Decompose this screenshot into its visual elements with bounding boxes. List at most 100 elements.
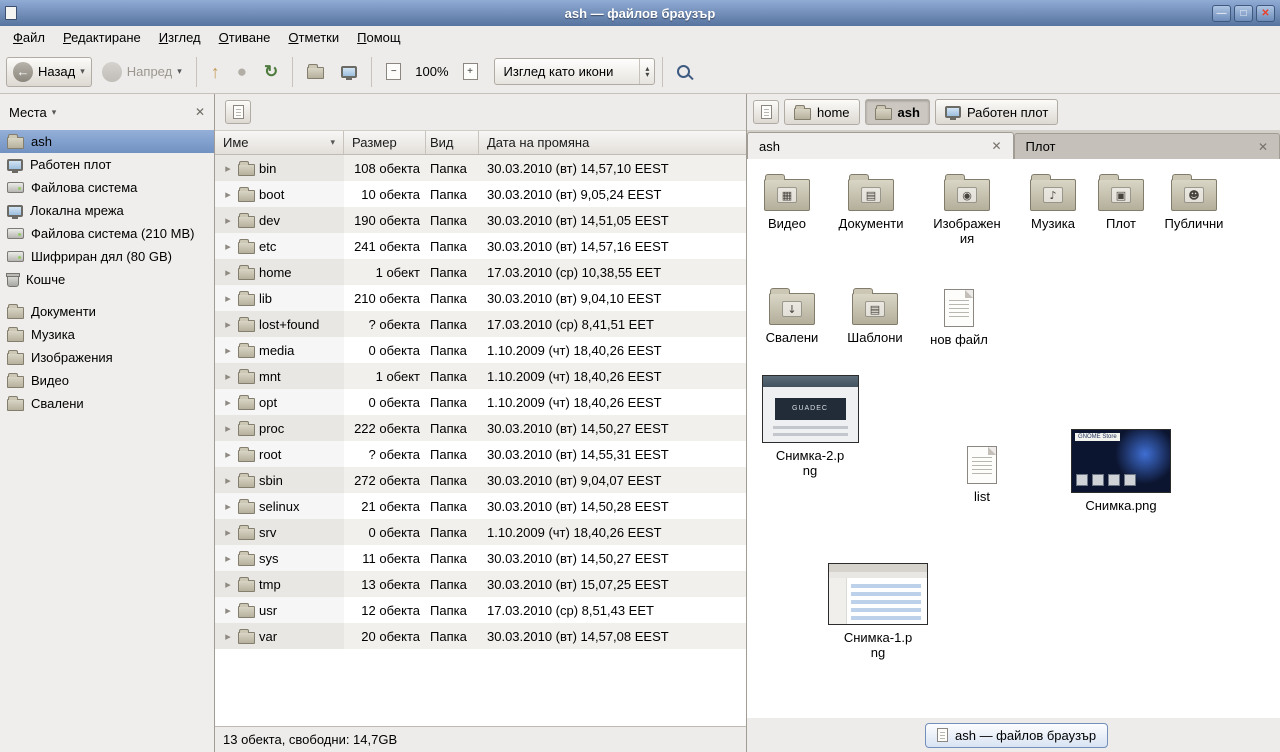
- sidebar-item-desktop[interactable]: Работен плот: [0, 153, 214, 176]
- table-row[interactable]: ▸mnt1 обектПапка1.10.2009 (чт) 18,40,26 …: [215, 363, 746, 389]
- menu-bookmarks[interactable]: Отметки: [279, 26, 348, 50]
- table-row[interactable]: ▸lib210 обектаПапка30.03.2010 (вт) 9,04,…: [215, 285, 746, 311]
- sidebar-item-downloads[interactable]: Свалени: [0, 392, 214, 415]
- stop-button[interactable]: ●: [230, 58, 254, 86]
- close-button[interactable]: ✕: [1256, 5, 1275, 22]
- table-row[interactable]: ▸home1 обектПапка17.03.2010 (ср) 10,38,5…: [215, 259, 746, 285]
- table-row[interactable]: ▸sbin272 обектаПапка30.03.2010 (вт) 9,04…: [215, 467, 746, 493]
- sidebar-item-network[interactable]: Локална мрежа: [0, 199, 214, 222]
- menu-view[interactable]: Изглед: [150, 26, 210, 50]
- close-tab-icon[interactable]: ✕: [1258, 140, 1268, 154]
- minimize-button[interactable]: —: [1212, 5, 1231, 22]
- root-location-button[interactable]: [225, 100, 251, 124]
- sidebar-item-filesystem-210mb[interactable]: Файлова система (210 MB): [0, 222, 214, 245]
- file-item-new-file[interactable]: нов файл: [919, 285, 999, 347]
- forward-button[interactable]: → Напред ▾: [95, 57, 189, 87]
- breadcrumb-ash[interactable]: ash: [865, 99, 930, 125]
- table-row[interactable]: ▸root? обектаПапка30.03.2010 (вт) 14,55,…: [215, 441, 746, 467]
- expander-icon[interactable]: ▸: [222, 552, 234, 565]
- folder-item-templates[interactable]: ▤ Шаблони: [835, 285, 915, 345]
- folder-item-desktop[interactable]: ▣ Плот: [1081, 171, 1161, 231]
- folder-item-public[interactable]: ☻ Публични: [1154, 171, 1234, 231]
- table-row[interactable]: ▸sys11 обектаПапка30.03.2010 (вт) 14,50,…: [215, 545, 746, 571]
- expander-icon[interactable]: ▸: [222, 162, 234, 175]
- column-header-type[interactable]: Вид: [426, 131, 479, 154]
- table-row[interactable]: ▸opt0 обектаПапка1.10.2009 (чт) 18,40,26…: [215, 389, 746, 415]
- table-row[interactable]: ▸var20 обектаПапка30.03.2010 (вт) 14,57,…: [215, 623, 746, 649]
- expander-icon[interactable]: ▸: [222, 422, 234, 435]
- sidebar-item-ash[interactable]: ash: [0, 130, 214, 153]
- maximize-button[interactable]: □: [1234, 5, 1253, 22]
- menu-help[interactable]: Помощ: [348, 26, 409, 50]
- sidebar-item-images[interactable]: Изображения: [0, 346, 214, 369]
- expander-icon[interactable]: ▸: [222, 500, 234, 513]
- table-row[interactable]: ▸proc222 обектаПапка30.03.2010 (вт) 14,5…: [215, 415, 746, 441]
- column-header-size[interactable]: Размер: [344, 131, 426, 154]
- file-item-snimka-1[interactable]: Снимка-1.png: [828, 563, 928, 660]
- tab-plot[interactable]: Плот✕: [1014, 133, 1280, 159]
- back-history-dropdown-icon[interactable]: ▾: [80, 66, 85, 77]
- table-row[interactable]: ▸lost+found? обектаПапка17.03.2010 (ср) …: [215, 311, 746, 337]
- menu-go[interactable]: Отиване: [210, 26, 280, 50]
- folder-item-images[interactable]: ◉ Изображения: [931, 171, 1003, 246]
- reload-button[interactable]: ↻: [257, 58, 285, 86]
- table-row[interactable]: ▸bin108 обектаПапка30.03.2010 (вт) 14,57…: [215, 155, 746, 181]
- folder-item-documents[interactable]: ▤ Документи: [829, 171, 913, 231]
- expander-icon[interactable]: ▸: [222, 578, 234, 591]
- expander-icon[interactable]: ▸: [222, 630, 234, 643]
- breadcrumb-home[interactable]: home: [784, 99, 860, 125]
- table-row[interactable]: ▸media0 обектаПапка1.10.2009 (чт) 18,40,…: [215, 337, 746, 363]
- file-item-list[interactable]: list: [942, 442, 1022, 504]
- expander-icon[interactable]: ▸: [222, 266, 234, 279]
- expander-icon[interactable]: ▸: [222, 214, 234, 227]
- search-button[interactable]: [670, 60, 697, 83]
- sidebar-item-encrypted-80gb[interactable]: Шифриран дял (80 GB): [0, 245, 214, 268]
- table-row[interactable]: ▸etc241 обектаПапка30.03.2010 (вт) 14,57…: [215, 233, 746, 259]
- sidebar-dropdown-icon[interactable]: ▾: [52, 107, 57, 118]
- expander-icon[interactable]: ▸: [222, 188, 234, 201]
- sidebar-close-icon[interactable]: ✕: [195, 105, 205, 119]
- sidebar-item-video[interactable]: Видео: [0, 369, 214, 392]
- titlebar[interactable]: ash — файлов браузър — □ ✕: [0, 0, 1280, 26]
- sidebar-item-documents[interactable]: Документи: [0, 300, 214, 323]
- sidebar-item-trash[interactable]: Кошче: [0, 268, 214, 291]
- expander-icon[interactable]: ▸: [222, 474, 234, 487]
- sidebar-item-music[interactable]: Музика: [0, 323, 214, 346]
- table-row[interactable]: ▸selinux21 обектаПапка30.03.2010 (вт) 14…: [215, 493, 746, 519]
- taskbar-window-button[interactable]: ash — файлов браузър: [925, 723, 1108, 748]
- view-mode-select[interactable]: Изглед като икони ▴▾: [494, 58, 656, 85]
- column-header-name[interactable]: Име▾: [215, 131, 344, 154]
- sidebar-item-filesystem[interactable]: Файлова система: [0, 176, 214, 199]
- expander-icon[interactable]: ▸: [222, 604, 234, 617]
- sidebar-title[interactable]: Места: [9, 105, 47, 120]
- menu-edit[interactable]: Редактиране: [54, 26, 150, 50]
- close-tab-icon[interactable]: ✕: [991, 139, 1001, 153]
- expander-icon[interactable]: ▸: [222, 344, 234, 357]
- file-item-snimka-2[interactable]: GUADEC Снимка-2.png: [760, 375, 860, 478]
- tab-ash[interactable]: ash✕: [747, 132, 1014, 159]
- file-item-snimka[interactable]: GNOME Store Снимка.png: [1071, 429, 1171, 513]
- up-button[interactable]: ↑: [204, 58, 227, 86]
- expander-icon[interactable]: ▸: [222, 370, 234, 383]
- menu-file[interactable]: Файл: [4, 26, 54, 50]
- icon-view[interactable]: ▦ Видео ▤ Документи ◉ Изображения ♪ Музи…: [747, 159, 1280, 718]
- breadcrumb-desktop[interactable]: Работен плот: [935, 99, 1058, 125]
- expander-icon[interactable]: ▸: [222, 526, 234, 539]
- table-row[interactable]: ▸usr12 обектаПапка17.03.2010 (ср) 8,51,4…: [215, 597, 746, 623]
- column-header-date[interactable]: Дата на промяна: [479, 131, 746, 154]
- zoom-in-button[interactable]: +: [456, 58, 485, 85]
- folder-item-downloads[interactable]: ↓ Свалени: [752, 285, 832, 345]
- expander-icon[interactable]: ▸: [222, 318, 234, 331]
- home-button[interactable]: [300, 59, 331, 84]
- zoom-out-button[interactable]: −: [379, 58, 408, 85]
- back-button[interactable]: ← Назад ▾: [6, 57, 92, 87]
- table-row[interactable]: ▸srv0 обектаПапка1.10.2009 (чт) 18,40,26…: [215, 519, 746, 545]
- table-row[interactable]: ▸boot10 обектаПапка30.03.2010 (вт) 9,05,…: [215, 181, 746, 207]
- table-row[interactable]: ▸dev190 обектаПапка30.03.2010 (вт) 14,51…: [215, 207, 746, 233]
- computer-button[interactable]: [334, 61, 364, 83]
- table-row[interactable]: ▸tmp13 обектаПапка30.03.2010 (вт) 15,07,…: [215, 571, 746, 597]
- expander-icon[interactable]: ▸: [222, 292, 234, 305]
- expander-icon[interactable]: ▸: [222, 240, 234, 253]
- folder-item-video[interactable]: ▦ Видео: [747, 171, 827, 231]
- expander-icon[interactable]: ▸: [222, 448, 234, 461]
